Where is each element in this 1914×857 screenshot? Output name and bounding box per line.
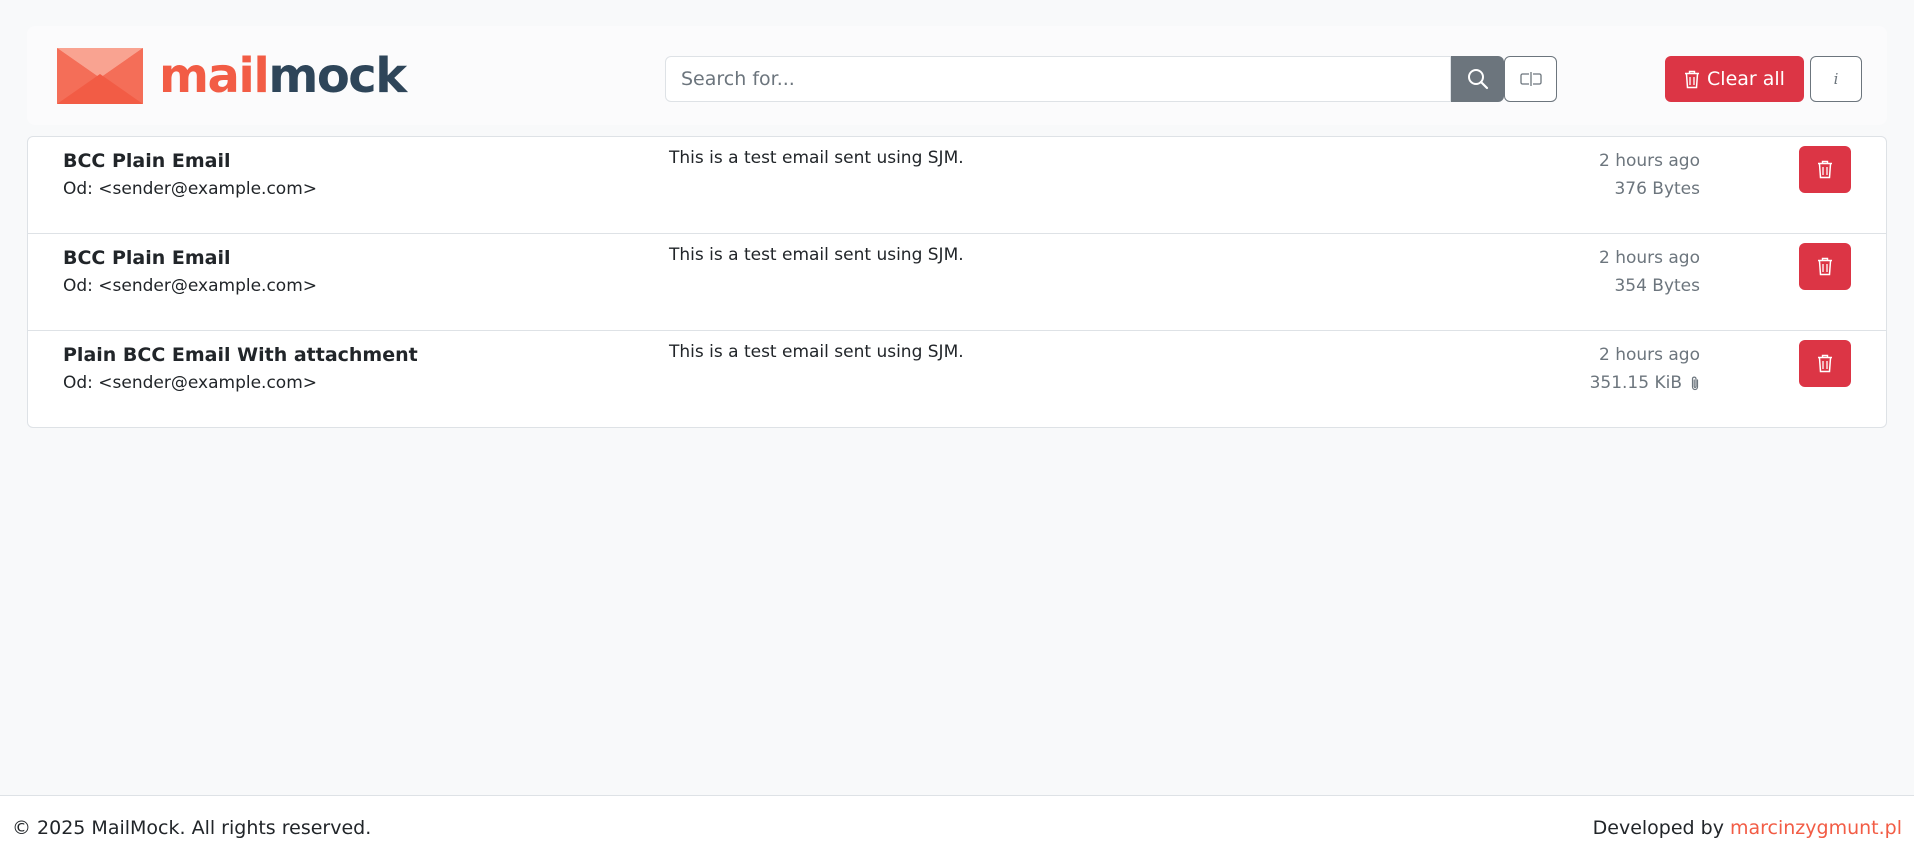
delete-email-button[interactable] — [1799, 340, 1851, 387]
email-size-text: 354 Bytes — [1614, 276, 1700, 296]
delete-email-button[interactable] — [1799, 243, 1851, 290]
email-preview: This is a test email sent using SJM. — [669, 245, 964, 265]
info-button[interactable]: i — [1810, 56, 1862, 102]
email-preview: This is a test email sent using SJM. — [669, 342, 964, 362]
email-from: Od: <sender@example.com> — [63, 179, 318, 199]
email-subject: Plain BCC Email With attachment — [63, 344, 418, 366]
email-list: BCC Plain Email Od: <sender@example.com>… — [27, 136, 1887, 428]
clear-all-button[interactable]: Clear all — [1665, 56, 1804, 102]
email-from: Od: <sender@example.com> — [63, 373, 318, 393]
developed-by: Developed by marcinzygmunt.pl — [1593, 817, 1902, 839]
trash-icon — [1818, 160, 1832, 179]
email-size: 354 Bytes — [1614, 276, 1700, 296]
email-time: 2 hours ago — [1598, 345, 1700, 365]
developer-link[interactable]: marcinzygmunt.pl — [1730, 817, 1902, 839]
header: mailmock Clear all i — [27, 26, 1887, 125]
trash-icon — [1685, 70, 1700, 88]
email-preview: This is a test email sent using SJM. — [669, 148, 964, 168]
search-button[interactable] — [1451, 56, 1504, 102]
clear-all-label: Clear all — [1707, 68, 1785, 90]
email-row[interactable]: BCC Plain Email Od: <sender@example.com>… — [28, 234, 1886, 331]
email-time: 2 hours ago — [1598, 151, 1700, 171]
email-row[interactable]: BCC Plain Email Od: <sender@example.com>… — [28, 137, 1886, 234]
email-size: 376 Bytes — [1614, 179, 1700, 199]
logo-text: mailmock — [159, 52, 407, 100]
search-input[interactable] — [665, 56, 1451, 102]
email-time: 2 hours ago — [1598, 248, 1700, 268]
email-from: Od: <sender@example.com> — [63, 276, 318, 296]
logo-text-mail: mail — [159, 48, 270, 104]
email-subject: BCC Plain Email — [63, 150, 231, 172]
paperclip-icon — [1691, 376, 1699, 390]
logo-text-mock: mock — [268, 48, 407, 104]
trash-icon — [1818, 257, 1832, 276]
email-size-text: 376 Bytes — [1614, 179, 1700, 199]
search-icon — [1467, 69, 1488, 90]
email-subject: BCC Plain Email — [63, 247, 231, 269]
info-icon: i — [1833, 70, 1839, 88]
text-cursor-icon — [1519, 72, 1542, 86]
logo[interactable]: mailmock — [57, 48, 407, 104]
developed-by-label: Developed by — [1592, 817, 1724, 839]
delete-email-button[interactable] — [1799, 146, 1851, 193]
text-toggle-button[interactable] — [1504, 56, 1557, 102]
copyright-text: © 2025 MailMock. All rights reserved. — [12, 817, 372, 839]
email-size: 351.15 KiB — [1590, 373, 1700, 393]
email-size-text: 351.15 KiB — [1589, 373, 1682, 393]
envelope-logo-icon — [57, 48, 143, 104]
email-row[interactable]: Plain BCC Email With attachment Od: <sen… — [28, 331, 1886, 427]
footer: © 2025 MailMock. All rights reserved. De… — [0, 795, 1914, 857]
trash-icon — [1818, 354, 1832, 373]
